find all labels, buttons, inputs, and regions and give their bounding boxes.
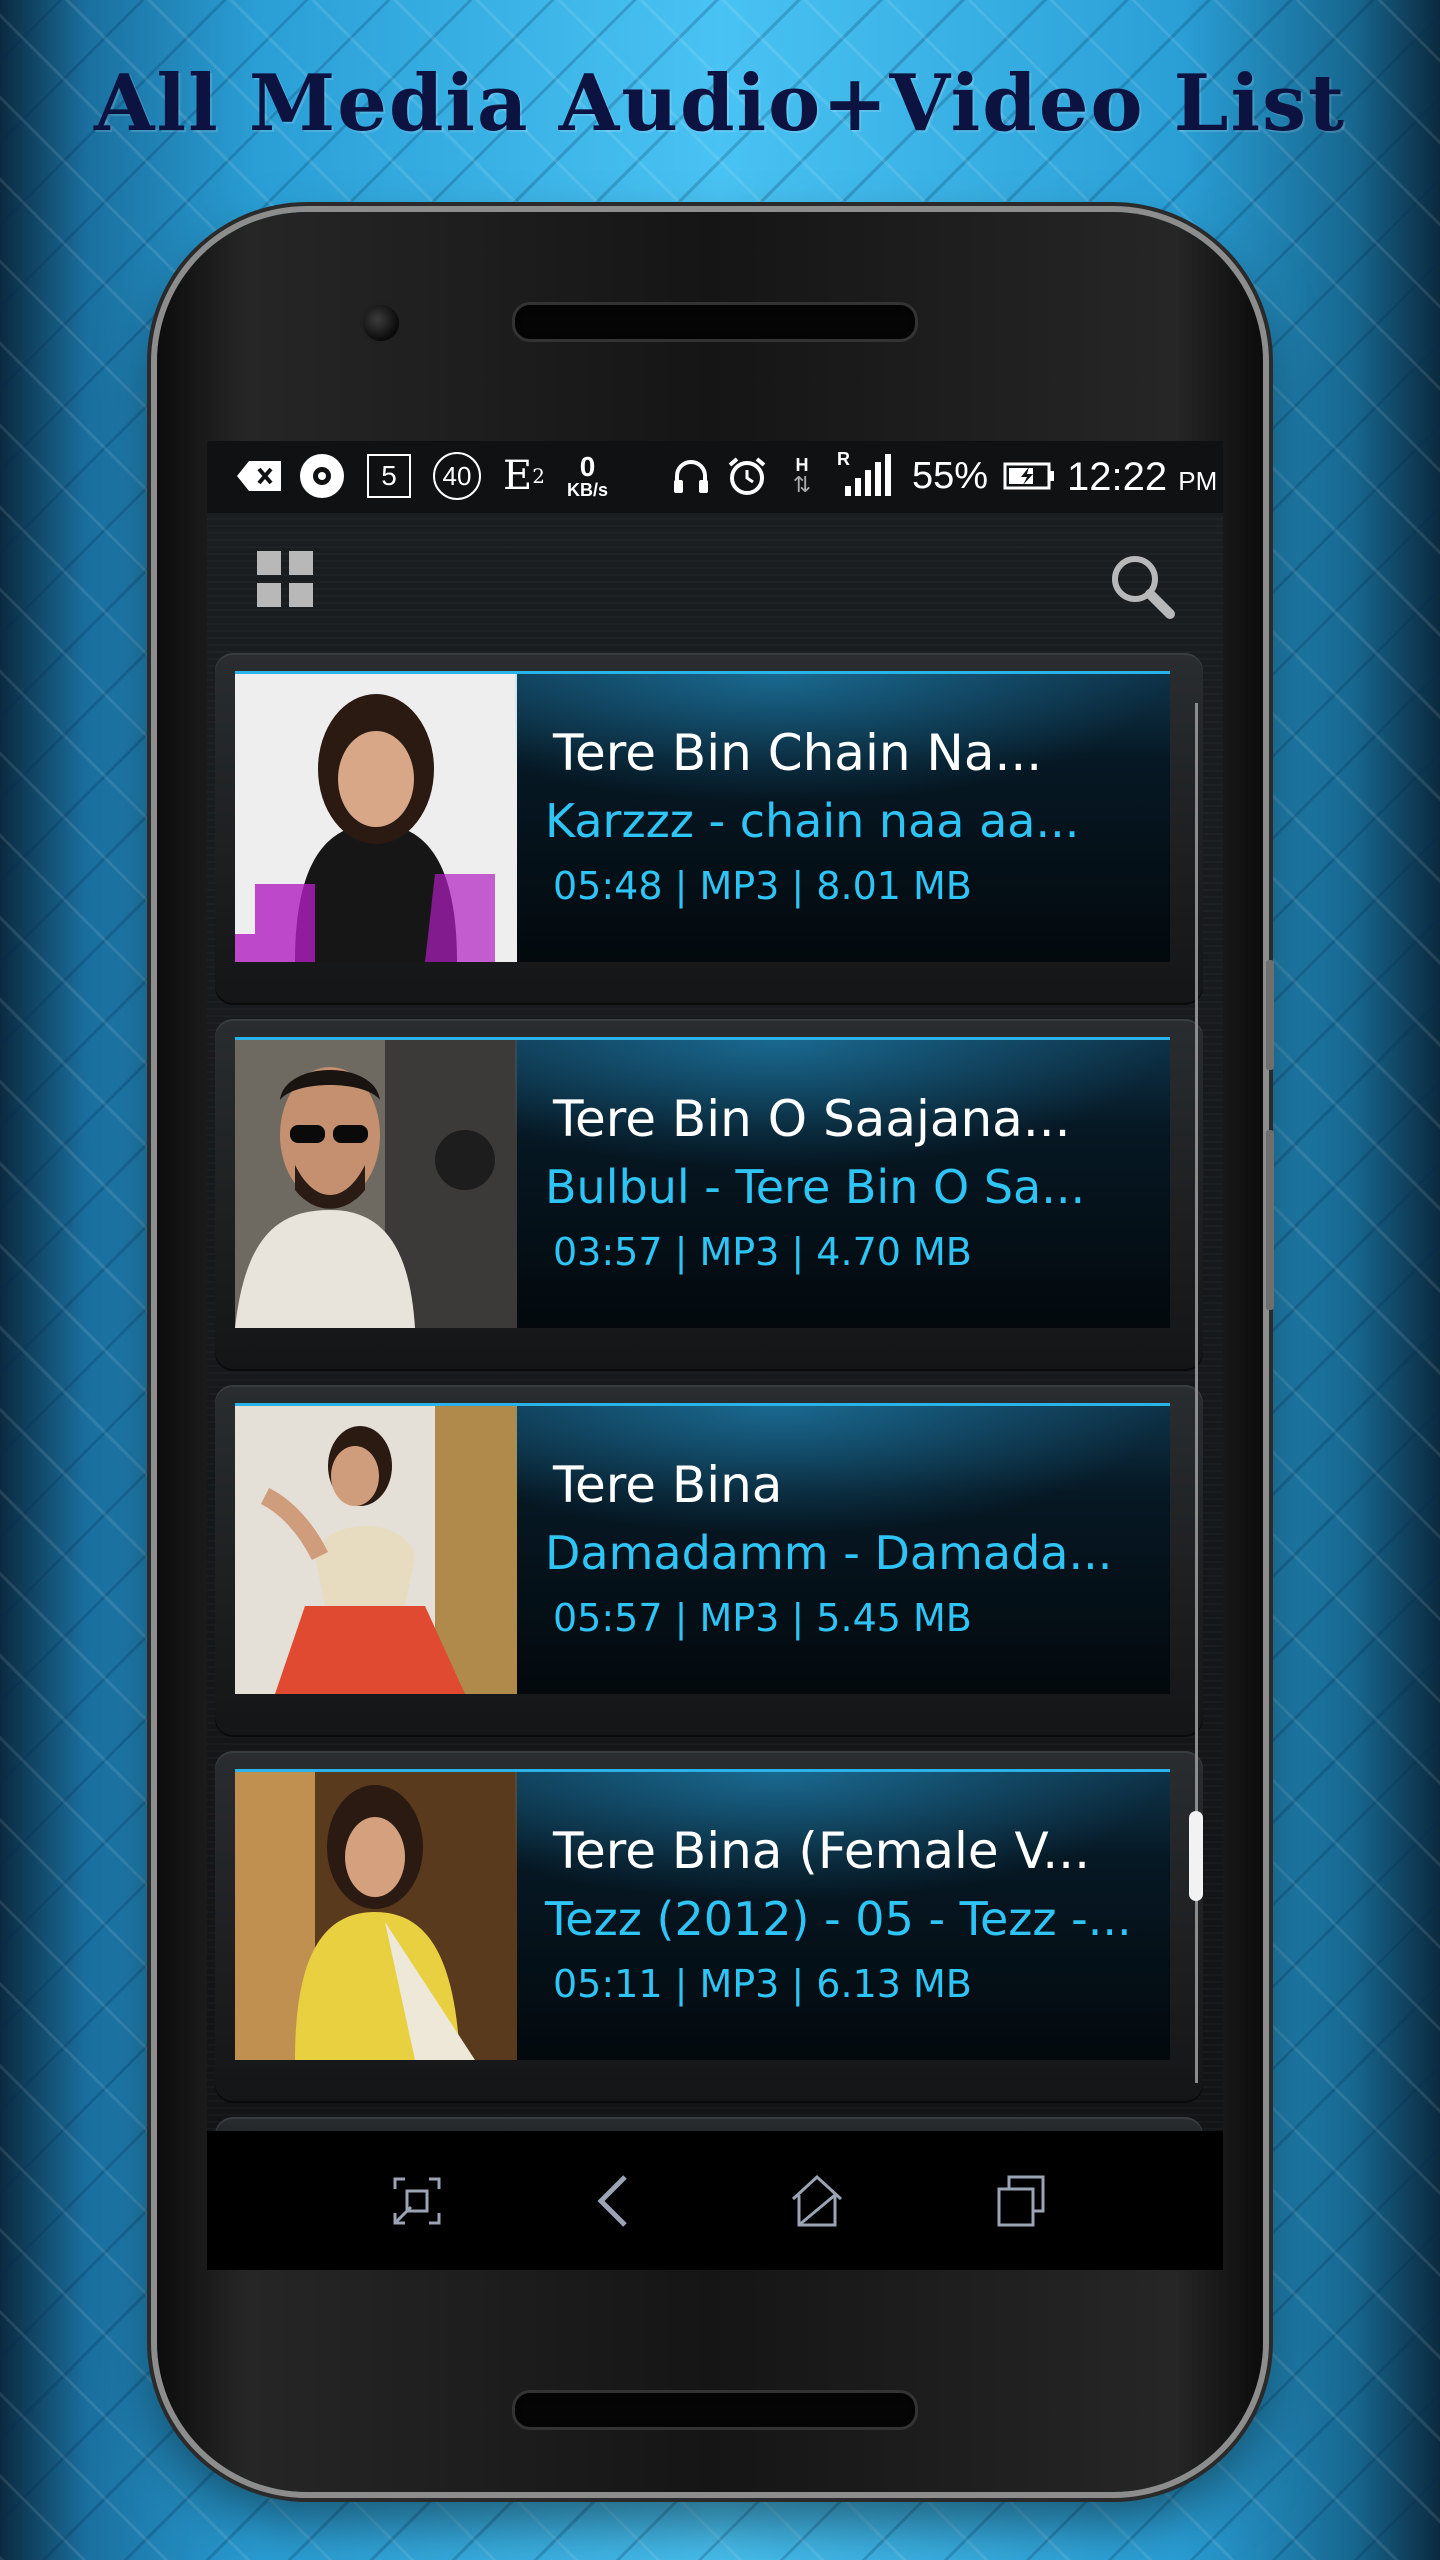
- track-thumbnail: [235, 1772, 517, 2060]
- delete-icon: [237, 453, 281, 499]
- track-album: Karzzz - chain naa aa...: [545, 794, 1080, 848]
- track-album: Damadamm - Damada...: [545, 1526, 1113, 1580]
- music-icon: [297, 453, 347, 499]
- track-card[interactable]: Tere Bin O Saajana... Bulbul - Tere Bin …: [235, 1037, 1170, 1328]
- headphones-icon: [669, 453, 713, 499]
- track-meta: 03:57 | MP3 | 4.70 MB: [553, 1230, 972, 1274]
- track-thumbnail: [235, 674, 517, 962]
- alarm-icon: [725, 453, 769, 499]
- network-type: E2: [503, 453, 545, 499]
- track-title: Tere Bina: [553, 1456, 783, 1514]
- track-title: Tere Bina (Female V...: [553, 1822, 1090, 1880]
- track-meta: 05:57 | MP3 | 5.45 MB: [553, 1596, 972, 1640]
- track-thumbnail: [235, 1040, 517, 1328]
- home-icon[interactable]: [787, 2171, 847, 2231]
- list-item[interactable]: Tere Bin Chain Na... Karzzz - chain naa …: [215, 653, 1203, 1005]
- track-thumbnail: [235, 1406, 517, 1694]
- top-speaker: [512, 302, 918, 342]
- notification-badge-circle: 40: [433, 452, 481, 500]
- back-icon[interactable]: [585, 2171, 645, 2231]
- battery-icon: [1002, 453, 1056, 499]
- track-card[interactable]: Tere Bina Damadamm - Damada... 05:57 | M…: [235, 1403, 1170, 1694]
- search-icon[interactable]: [1107, 551, 1177, 621]
- phone-screen: 5 40 E2 0 KB/s H ⇅ R 55% 12:22 PM Tere B…: [207, 441, 1223, 2270]
- power-button: [1266, 1130, 1274, 1310]
- list-item[interactable]: Tere Bina (Female V... Tezz (2012) - 05 …: [215, 1751, 1203, 2103]
- banner-title: All Media Audio+Video List: [93, 58, 1347, 149]
- signal-icon: R: [837, 449, 897, 499]
- volume-button: [1266, 960, 1274, 1070]
- data-arrows-icon: H ⇅: [792, 455, 812, 497]
- notification-badge-box: 5: [367, 454, 411, 498]
- list-item[interactable]: Tere Bin O Saajana... Bulbul - Tere Bin …: [215, 1019, 1203, 1371]
- track-title: Tere Bin Chain Na...: [553, 724, 1043, 782]
- recents-icon[interactable]: [991, 2171, 1051, 2231]
- scrollbar-thumb[interactable]: [1189, 1811, 1203, 1901]
- track-meta: 05:48 | MP3 | 8.01 MB: [553, 864, 972, 908]
- bottom-speaker: [512, 2390, 918, 2430]
- track-album: Tezz (2012) - 05 - Tezz -...: [545, 1892, 1132, 1946]
- grid-icon[interactable]: [257, 551, 317, 611]
- track-title: Tere Bin O Saajana...: [553, 1090, 1071, 1148]
- track-album: Bulbul - Tere Bin O Sa...: [545, 1160, 1086, 1214]
- app-bar: [207, 513, 1223, 643]
- track-meta: 05:11 | MP3 | 6.13 MB: [553, 1962, 972, 2006]
- navigation-bar: [207, 2131, 1223, 2270]
- status-bar: 5 40 E2 0 KB/s H ⇅ R 55% 12:22 PM: [207, 441, 1223, 513]
- track-card[interactable]: Tere Bina (Female V... Tezz (2012) - 05 …: [235, 1769, 1170, 2060]
- clock: 12:22 PM: [1067, 455, 1218, 499]
- list-item[interactable]: Tere Bina Damadamm - Damada... 05:57 | M…: [215, 1385, 1203, 1737]
- screenshot-icon[interactable]: [387, 2171, 447, 2231]
- data-speed-icon: 0 KB/s: [567, 451, 609, 500]
- front-camera: [360, 302, 402, 344]
- track-card[interactable]: Tere Bin Chain Na... Karzzz - chain naa …: [235, 671, 1170, 962]
- battery-percent: 55%: [912, 455, 989, 497]
